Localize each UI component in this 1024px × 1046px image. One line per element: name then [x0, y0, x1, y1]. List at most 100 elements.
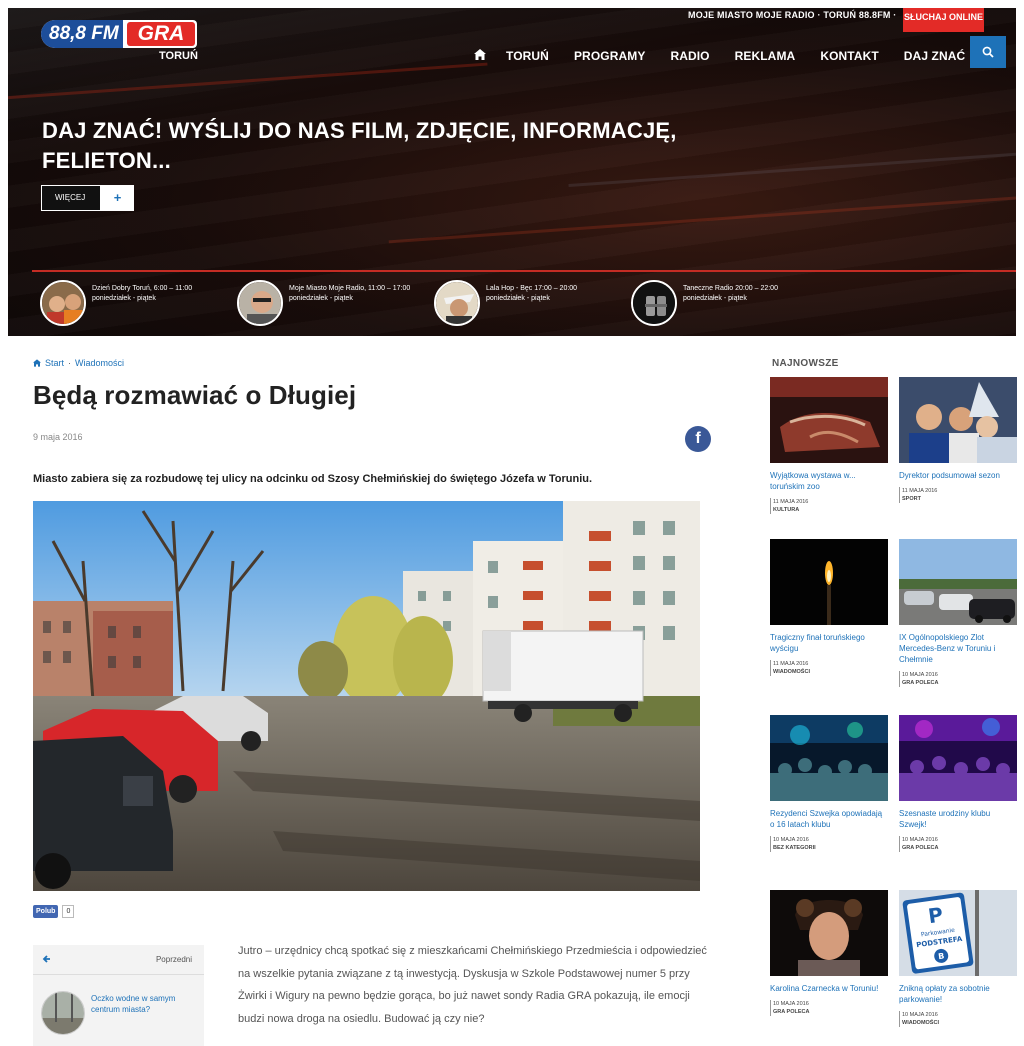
previous-post-link[interactable]: Oczko wodne w samym centrum miasta? [41, 991, 199, 1035]
news-card-date: 10 MAJA 2016 [902, 837, 938, 843]
news-card-image [770, 377, 888, 463]
facebook-like-widget: Polub 0 [33, 905, 75, 918]
more-button[interactable]: WIĘCEJ + [41, 185, 134, 211]
news-card-image [899, 377, 1017, 463]
news-card-date: 11 MAJA 2016 [902, 488, 938, 494]
news-card[interactable]: Tragiczny finał toruńskiego wyścigu 11 M… [770, 539, 888, 676]
news-card-title[interactable]: Szesnaste urodziny klubu Szwejk! [899, 808, 1017, 830]
news-card-image [770, 715, 888, 801]
news-card-category[interactable]: GRA POLECA [902, 844, 1017, 852]
nav-item-reklama[interactable]: REKLAMA [735, 49, 796, 63]
news-card-category[interactable]: BEZ KATEGORII [773, 844, 888, 852]
news-card-title[interactable]: Karolina Czarnecka w Toruniu! [770, 983, 888, 994]
news-card-title[interactable]: Wyjątkowa wystawa w... toruńskim zoo [770, 470, 888, 492]
article-date: 9 maja 2016 [33, 432, 83, 442]
news-card-date: 11 MAJA 2016 [773, 499, 809, 505]
show-avatar [631, 280, 677, 326]
nav-item-kontakt[interactable]: KONTAKT [820, 49, 878, 63]
news-card-title[interactable]: Znikną opłaty za sobotnie parkowanie! [899, 983, 1017, 1005]
news-card-category[interactable]: WIADOMOŚCI [902, 1019, 1017, 1027]
news-card[interactable]: P Parkowanie PODSTREFA B Znikną opłaty za s… [899, 890, 1017, 1027]
news-card-date: 10 MAJA 2016 [902, 672, 938, 678]
news-card-title[interactable]: IX Ogólnopolskiego Zlot Mercedes-Benz w … [899, 632, 1017, 665]
article-title: Będą rozmawiać o Długiej [33, 380, 357, 410]
breadcrumb-separator: · [68, 358, 72, 368]
show-name: Lala Hop - Bęc 17:00 – 20:00 [486, 285, 578, 292]
show-avatar [40, 280, 86, 326]
article-body: Jutro – urzędnicy chcą spotkać się z mie… [238, 945, 707, 1025]
news-card-image [899, 539, 1017, 625]
news-card-title[interactable]: Rezydenci Szwejka opowiadają o 16 latach… [770, 808, 888, 830]
home-icon[interactable] [33, 359, 41, 367]
previous-post-title: Oczko wodne w samym centrum miasta? [91, 994, 176, 1014]
nav-item-torun[interactable]: TORUŃ [506, 49, 549, 63]
hero-title: DAJ ZNAĆ! WYŚLIJ DO NAS FILM, ZDJĘCIE, I… [42, 118, 677, 173]
facebook-icon: f [695, 430, 701, 447]
show-item[interactable]: Moje Miasto Moje Radio, 11:00 – 17:00 po… [237, 280, 417, 326]
site-tagline: MOJE MIASTO MOJE RADIO · TORUŃ 88.8FM · [688, 10, 897, 20]
nav-item-radio[interactable]: RADIO [670, 49, 709, 63]
listen-online-button[interactable]: SŁUCHAJ ONLINE [903, 8, 984, 32]
search-button[interactable] [970, 36, 1006, 68]
previous-post-header[interactable]: Poprzedni [33, 945, 204, 975]
facebook-share-button[interactable]: f [685, 426, 711, 452]
show-item[interactable]: Dzień Dobry Toruń, 6:00 – 11:00 poniedzia… [40, 280, 220, 326]
news-card-image: P Parkowanie PODSTREFA B [899, 890, 1017, 976]
home-icon[interactable] [468, 49, 492, 63]
previous-post-label: Poprzedni [155, 955, 192, 964]
arrow-left-icon [33, 945, 61, 975]
news-card[interactable]: Dyrektor podsumował sezon 11 MAJA 2016 SP… [899, 377, 1017, 503]
logo-brand: GRA [127, 22, 195, 46]
show-name: Taneczne Radio 20:00 – 22:00 [683, 285, 778, 292]
nav-item-daj-znac[interactable]: DAJ ZNAĆ [904, 49, 965, 63]
breadcrumb: Start · Wiadomości [33, 358, 124, 368]
news-card[interactable]: Wyjątkowa wystawa w... toruńskim zoo 11 … [770, 377, 888, 514]
news-card-date: 10 MAJA 2016 [773, 1001, 809, 1007]
logo-frequency: 88,8 FM [41, 20, 123, 48]
facebook-like-count: 0 [62, 905, 75, 918]
news-card[interactable]: Szesnaste urodziny klubu Szwejk! 10 MAJA… [899, 715, 1017, 852]
news-card-category[interactable]: GRA POLECA [773, 1008, 888, 1016]
news-card[interactable]: Rezydenci Szwejka opowiadają o 16 latach… [770, 715, 888, 852]
show-days: poniedziałek - piątek [683, 295, 747, 302]
news-card-category[interactable]: KULTURA [773, 506, 888, 514]
news-card-title[interactable]: Tragiczny finał toruńskiego wyścigu [770, 632, 888, 654]
hero-banner: 88,8 FM GRA TORUŃ MOJE MIASTO MOJE RADIO… [8, 8, 1016, 336]
breadcrumb-start[interactable]: Start [45, 358, 64, 368]
show-avatar [434, 280, 480, 326]
news-card-category[interactable]: WIADOMOŚCI [773, 668, 888, 676]
article-lead: Miasto zabiera się za rozbudowę tej ulic… [33, 473, 593, 485]
site-logo[interactable]: 88,8 FM GRA TORUŃ [41, 20, 198, 66]
news-card-date: 10 MAJA 2016 [902, 1012, 938, 1018]
parking-sign-zone: B [938, 952, 945, 962]
show-days: poniedziałek - piątek [486, 295, 550, 302]
news-card[interactable]: IX Ogólnopolskiego Zlot Mercedes-Benz w … [899, 539, 1017, 687]
sidebar-heading: NAJNOWSZE [772, 358, 839, 369]
show-item[interactable]: Lala Hop - Bęc 17:00 – 20:00 poniedziałek… [434, 280, 614, 326]
more-button-label: WIĘCEJ [41, 185, 101, 211]
facebook-like-button[interactable]: Polub [33, 905, 59, 918]
search-icon [982, 46, 994, 58]
news-card-date: 11 MAJA 2016 [773, 661, 809, 667]
news-card-title[interactable]: Dyrektor podsumował sezon [899, 470, 1017, 481]
show-avatar [237, 280, 283, 326]
news-card-date: 10 MAJA 2016 [773, 837, 809, 843]
plus-icon: + [101, 185, 134, 211]
main-nav: TORUŃ PROGRAMY RADIO REKLAMA KONTAKT DAJ… [468, 44, 990, 68]
news-card-category[interactable]: SPORT [902, 495, 1017, 503]
show-days: poniedziałek - piątek [92, 295, 156, 302]
show-name: Dzień Dobry Toruń, 6:00 – 11:00 [92, 285, 193, 292]
breadcrumb-section[interactable]: Wiadomości [75, 358, 124, 368]
news-card-image [770, 539, 888, 625]
news-card-image [770, 890, 888, 976]
hero-streak [388, 195, 1016, 244]
previous-post-box: Poprzedni Oczko wodne w samym centrum mi… [33, 945, 204, 1046]
news-card-image [899, 715, 1017, 801]
news-card-category[interactable]: GRA POLECA [902, 679, 1017, 687]
nav-item-programy[interactable]: PROGRAMY [574, 49, 645, 63]
previous-post-thumbnail [41, 991, 85, 1035]
news-card[interactable]: Karolina Czarnecka w Toruniu! 10 MAJA 20… [770, 890, 888, 1016]
article-photo [33, 501, 700, 891]
hero-divider [32, 270, 1016, 272]
show-item[interactable]: Taneczne Radio 20:00 – 22:00 poniedziałek… [631, 280, 811, 326]
